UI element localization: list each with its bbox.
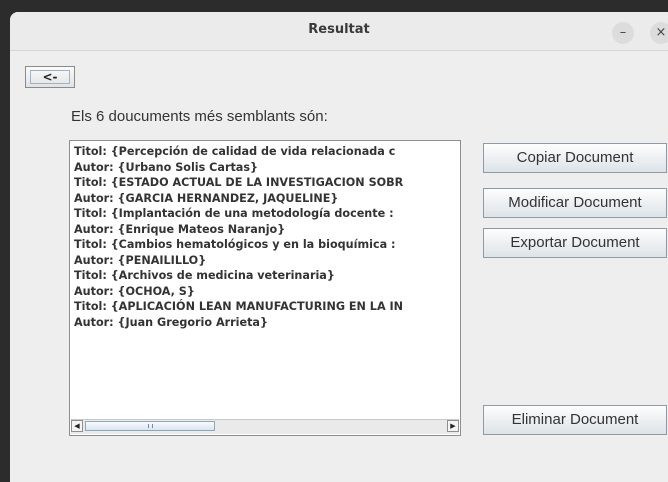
list-item[interactable]: Autor: {GARCIA HERNANDEZ, JAQUELINE} — [74, 191, 458, 207]
window-title: Resultat — [308, 22, 370, 37]
list-item[interactable]: Autor: {Enrique Mateos Naranjo} — [74, 222, 458, 238]
title-bar: Resultat – × — [10, 12, 668, 51]
list-item[interactable]: Autor: {PENAILILLO} — [74, 253, 458, 269]
delete-document-button[interactable]: Eliminar Document — [483, 405, 667, 435]
close-button[interactable]: × — [650, 22, 668, 44]
minimize-button[interactable]: – — [612, 22, 634, 44]
results-heading: Els 6 doucuments més semblants són: — [71, 108, 328, 125]
result-window: Resultat – × <- Els 6 doucuments més sem… — [10, 12, 668, 482]
list-item[interactable]: Titol: {APLICACIÓN LEAN MANUFACTURING EN… — [74, 299, 458, 315]
left-arrow-icon[interactable]: ◀ — [71, 420, 83, 432]
modify-document-button[interactable]: Modificar Document — [483, 188, 667, 218]
list-item[interactable]: Titol: {Implantación de una metodología … — [74, 206, 458, 222]
list-item[interactable]: Titol: {Cambios hematológicos y en la bi… — [74, 237, 458, 253]
list-item[interactable]: Titol: {Percepción de calidad de vida re… — [74, 144, 458, 160]
list-item[interactable]: Autor: {Juan Gregorio Arrieta} — [74, 315, 458, 331]
right-arrow-icon[interactable]: ▶ — [447, 420, 459, 432]
back-button[interactable]: <- — [25, 66, 75, 88]
horizontal-scrollbar[interactable]: ◀ ▶ — [71, 419, 459, 434]
list-item[interactable]: Titol: {Archivos de medicina veterinaria… — [74, 268, 458, 284]
export-document-button[interactable]: Exportar Document — [483, 228, 667, 258]
scrollbar-thumb[interactable] — [85, 421, 215, 431]
results-list[interactable]: Titol: {Percepción de calidad de vida re… — [69, 140, 461, 436]
list-item[interactable]: Autor: {Urbano Solis Cartas} — [74, 160, 458, 176]
copy-document-button[interactable]: Copiar Document — [483, 143, 667, 173]
list-item[interactable]: Titol: {ESTADO ACTUAL DE LA INVESTIGACIO… — [74, 175, 458, 191]
results-lines: Titol: {Percepción de calidad de vida re… — [74, 144, 458, 417]
list-item[interactable]: Autor: {OCHOA, S} — [74, 284, 458, 300]
